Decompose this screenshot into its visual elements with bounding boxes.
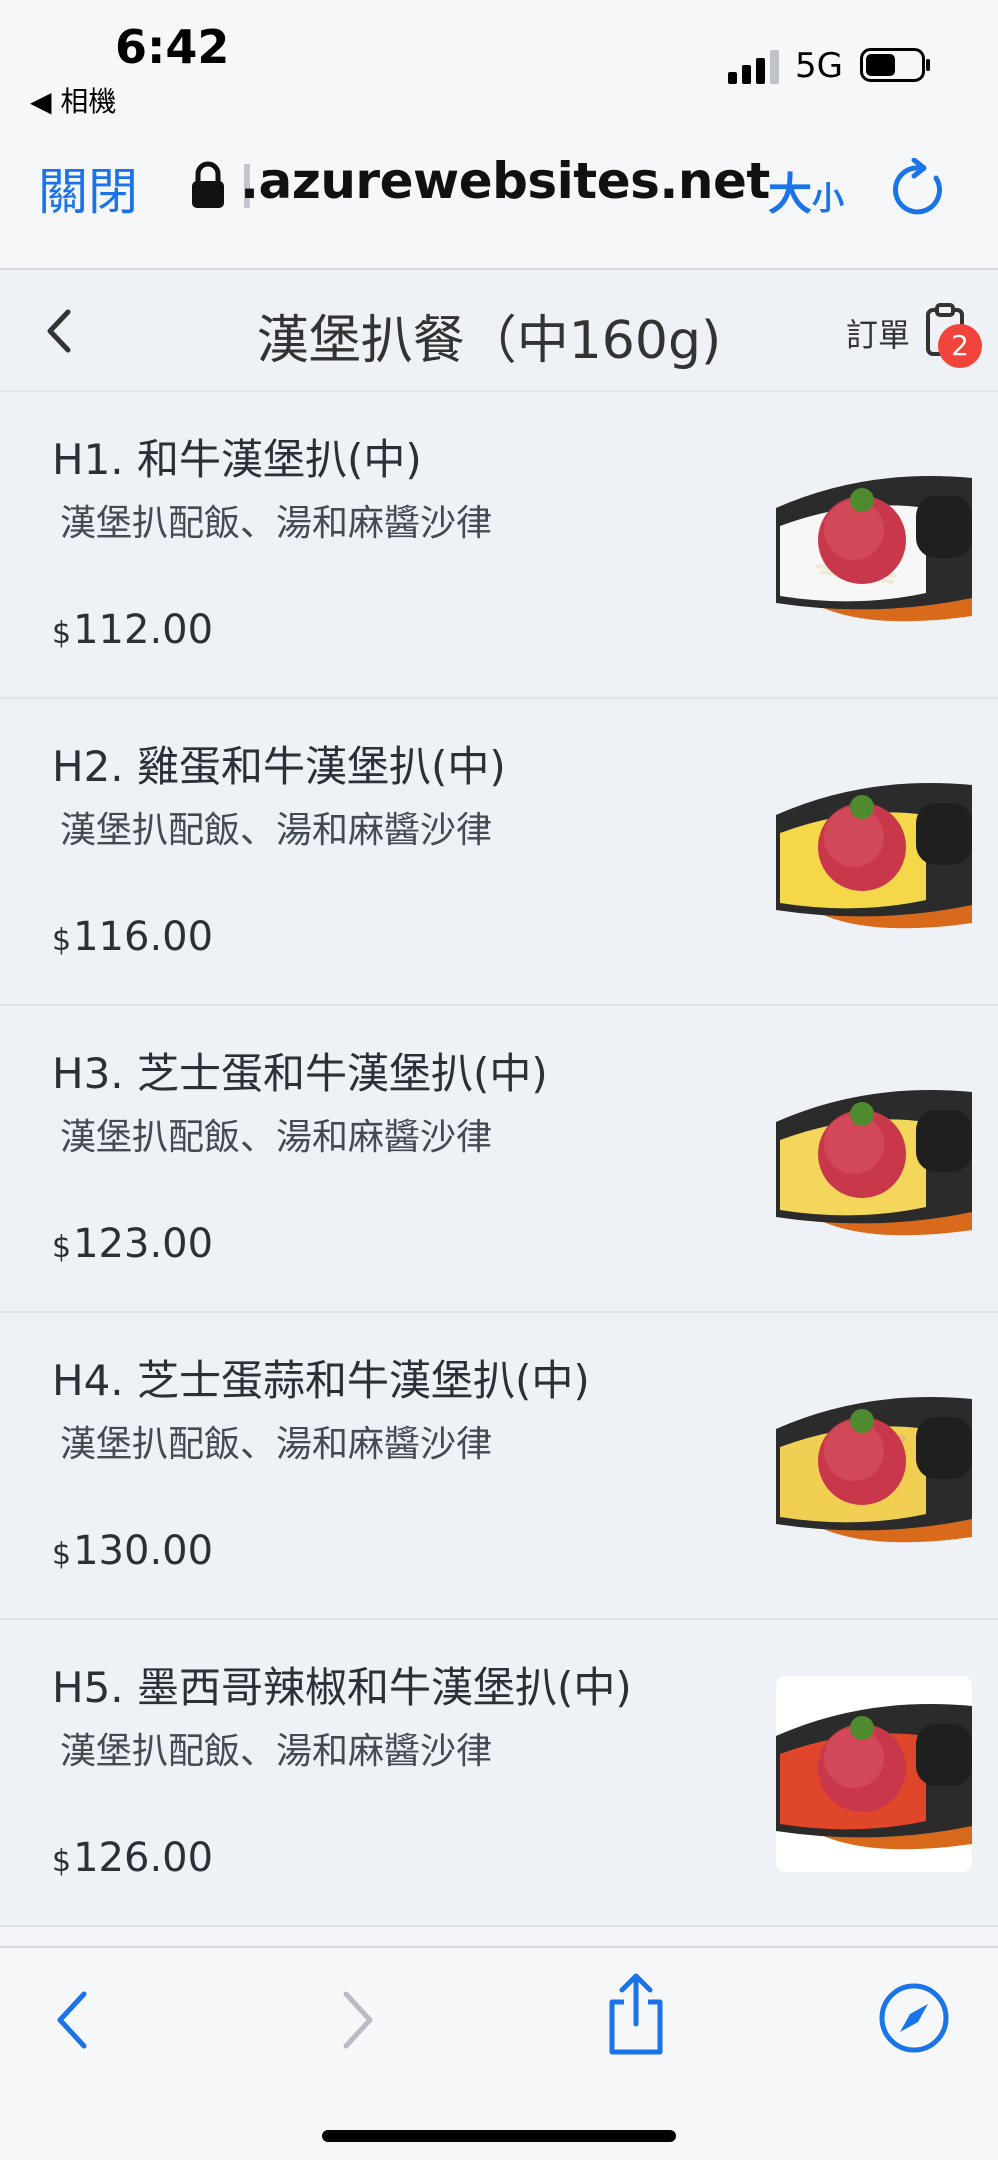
menu-item-name: H2. 雞蛋和牛漢堡扒(中) [52, 742, 506, 791]
menu-item-price: $112.00 [52, 607, 213, 653]
menu-item-price: $116.00 [52, 914, 213, 960]
menu-item-image[interactable] [776, 755, 972, 951]
menu-list: H1. 和牛漢堡扒(中) 漢堡扒配飯、湯和麻醬沙律 $112.00 H2. 雞蛋… [0, 392, 998, 1927]
price-value: 112.00 [73, 607, 214, 653]
browser-forward-icon [343, 1991, 373, 2049]
menu-item-name: H5. 墨西哥辣椒和牛漢堡扒(中) [52, 1663, 632, 1712]
cellular-signal-icon [728, 50, 779, 84]
network-type: 5G [795, 46, 843, 86]
browser-address-bar: 關閉 .azurewebsites.net 大小 [0, 130, 998, 270]
menu-item[interactable]: H2. 雞蛋和牛漢堡扒(中) 漢堡扒配飯、湯和麻醬沙律 $116.00 [0, 699, 998, 1006]
food-photo [776, 1676, 972, 1872]
battery-icon [860, 48, 930, 82]
menu-item-name: H1. 和牛漢堡扒(中) [52, 435, 422, 484]
menu-item-name: H4. 芝士蛋蒜和牛漢堡扒(中) [52, 1356, 590, 1405]
menu-item-image[interactable] [776, 448, 972, 644]
currency-symbol: $ [52, 1230, 72, 1265]
lock-icon [192, 161, 224, 208]
currency-symbol: $ [52, 923, 72, 958]
back-to-app-link[interactable]: ◀ 相機 [30, 80, 116, 120]
price-value: 126.00 [73, 1835, 214, 1881]
food-photo [776, 476, 972, 622]
menu-item[interactable]: H3. 芝士蛋和牛漢堡扒(中) 漢堡扒配飯、湯和麻醬沙律 $123.00 [0, 1006, 998, 1313]
menu-item-image[interactable] [776, 1676, 972, 1872]
text-size-button[interactable]: 大小 [768, 158, 844, 222]
reload-icon[interactable] [892, 158, 948, 218]
menu-item[interactable]: H5. 墨西哥辣椒和牛漢堡扒(中) 漢堡扒配飯、湯和麻醬沙律 $126.00 [0, 1620, 998, 1927]
text-size-small-label: 小 [812, 179, 845, 217]
page-header: 漢堡扒餐（中160g) 訂單 2 [0, 270, 998, 392]
price-value: 123.00 [73, 1221, 214, 1267]
menu-item-image[interactable] [776, 1369, 972, 1565]
menu-item-price: $126.00 [52, 1835, 213, 1881]
menu-item[interactable]: H1. 和牛漢堡扒(中) 漢堡扒配飯、湯和麻醬沙律 $112.00 [0, 392, 998, 699]
menu-item-description: 漢堡扒配飯、湯和麻醬沙律 [60, 503, 493, 544]
browser-back-icon[interactable] [52, 1988, 92, 2052]
menu-item-description: 漢堡扒配飯、湯和麻醬沙律 [60, 1731, 493, 1772]
text-size-large-label: 大 [768, 169, 812, 220]
close-button[interactable]: 關閉 [38, 152, 138, 224]
currency-symbol: $ [52, 616, 72, 651]
menu-item[interactable]: H4. 芝士蛋蒜和牛漢堡扒(中) 漢堡扒配飯、湯和麻醬沙律 $130.00 [0, 1313, 998, 1620]
currency-symbol: $ [52, 1844, 72, 1879]
price-value: 130.00 [73, 1528, 214, 1574]
menu-item-description: 漢堡扒配飯、湯和麻醬沙律 [60, 810, 493, 851]
status-time: 6:42 [115, 20, 230, 74]
price-value: 116.00 [73, 914, 214, 960]
menu-item-price: $130.00 [52, 1528, 213, 1574]
url-display[interactable]: .azurewebsites.net [240, 152, 770, 210]
orders-label[interactable]: 訂單 [846, 310, 910, 356]
menu-item-description: 漢堡扒配飯、湯和麻醬沙律 [60, 1117, 493, 1158]
menu-item-description: 漢堡扒配飯、湯和麻醬沙律 [60, 1424, 493, 1465]
menu-item-name: H3. 芝士蛋和牛漢堡扒(中) [52, 1049, 548, 1098]
food-photo [776, 783, 972, 929]
food-photo [776, 1090, 972, 1236]
order-count-badge: 2 [938, 324, 982, 368]
browser-bottom-toolbar [0, 1946, 998, 2160]
share-icon[interactable] [604, 1972, 668, 2056]
status-bar: 6:42 ◀ 相機 5G [0, 0, 998, 130]
home-indicator[interactable] [322, 2130, 676, 2142]
compass-icon[interactable] [878, 1982, 950, 2054]
currency-symbol: $ [52, 1537, 72, 1572]
food-photo [776, 1397, 972, 1543]
menu-item-image[interactable] [776, 1062, 972, 1258]
menu-item-price: $123.00 [52, 1221, 213, 1267]
